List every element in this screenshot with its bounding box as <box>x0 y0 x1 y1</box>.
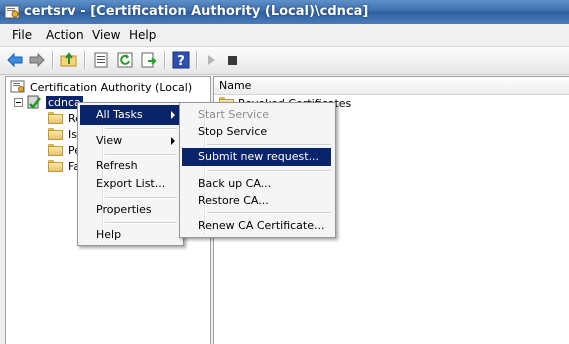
menu-item-refresh[interactable]: Refresh <box>80 156 179 176</box>
toolbar-separator <box>164 51 166 69</box>
menu-item-label: Help <box>96 228 122 241</box>
menu-file[interactable]: File <box>12 28 32 42</box>
title-bar: certsrv - [Certification Authority (Loca… <box>0 0 569 24</box>
menu-item-label: Stop Service <box>198 125 268 138</box>
folder-icon <box>48 160 63 172</box>
menu-action[interactable]: Action <box>46 28 84 42</box>
start-service-icon[interactable] <box>202 51 220 69</box>
toolbar: ? <box>0 46 569 75</box>
menu-separator <box>207 144 331 146</box>
toolbar-separator <box>84 51 86 69</box>
menu-item-view[interactable]: View <box>80 131 179 151</box>
back-arrow-icon[interactable] <box>6 51 24 69</box>
context-menu: All Tasks View Refresh Export List... Pr… <box>77 102 184 246</box>
menu-help[interactable]: Help <box>129 28 156 42</box>
help-icon[interactable]: ? <box>172 51 190 69</box>
toolbar-separator <box>196 51 198 69</box>
folder-icon <box>48 112 63 124</box>
submenu-arrow-icon <box>171 111 175 119</box>
stop-service-icon[interactable] <box>224 51 242 69</box>
column-header-name[interactable]: Name <box>214 77 569 95</box>
properties-icon[interactable] <box>92 51 110 69</box>
certsrv-app-icon <box>4 5 20 19</box>
tree-root-label[interactable]: Certification Authority (Local) <box>30 81 192 94</box>
menu-item-label: View <box>96 134 123 147</box>
menu-item-label: Export List... <box>96 177 166 190</box>
menu-separator <box>207 170 331 172</box>
menu-separator <box>105 222 177 224</box>
ca-server-check-icon <box>27 95 41 109</box>
tree-child-issued[interactable]: Is <box>68 128 77 141</box>
menu-item-restore-ca[interactable]: Restore CA... <box>182 191 331 211</box>
menu-item-all-tasks[interactable]: All Tasks <box>80 105 179 125</box>
export-list-icon[interactable] <box>140 51 158 69</box>
refresh-icon[interactable] <box>116 51 134 69</box>
submenu-arrow-icon <box>171 137 175 145</box>
menu-item-label: Refresh <box>96 159 138 172</box>
menu-separator <box>207 212 331 214</box>
menu-item-help[interactable]: Help <box>80 225 179 245</box>
menu-separator <box>105 128 177 130</box>
up-folder-icon[interactable] <box>60 51 78 69</box>
forward-arrow-icon[interactable] <box>28 51 46 69</box>
all-tasks-submenu: Start Service Stop Service Submit new re… <box>179 102 336 238</box>
menu-view[interactable]: View <box>92 28 120 42</box>
menu-item-export-list[interactable]: Export List... <box>80 174 179 194</box>
column-header-label: Name <box>219 79 252 92</box>
menu-item-label: Renew CA Certificate... <box>198 219 325 232</box>
collapse-icon[interactable] <box>14 98 23 107</box>
certification-authority-icon <box>10 80 25 93</box>
menu-bar: File Action View Help <box>0 24 569 46</box>
menu-item-stop-service[interactable]: Stop Service <box>182 122 331 142</box>
menu-separator <box>105 197 177 199</box>
toolbar-separator <box>52 51 54 69</box>
folder-icon <box>48 144 63 156</box>
folder-icon <box>48 128 63 140</box>
menu-item-label: Restore CA... <box>198 194 269 207</box>
svg-text:?: ? <box>177 54 185 69</box>
menu-item-label: Properties <box>96 203 152 216</box>
menu-item-submit-new-request[interactable]: Submit new request... <box>182 148 331 166</box>
window-title: certsrv - [Certification Authority (Loca… <box>24 4 369 19</box>
menu-item-label: All Tasks <box>96 108 143 121</box>
menu-item-renew-ca-certificate[interactable]: Renew CA Certificate... <box>182 216 331 236</box>
menu-item-properties[interactable]: Properties <box>80 200 179 220</box>
menu-item-label: Submit new request... <box>198 150 320 163</box>
